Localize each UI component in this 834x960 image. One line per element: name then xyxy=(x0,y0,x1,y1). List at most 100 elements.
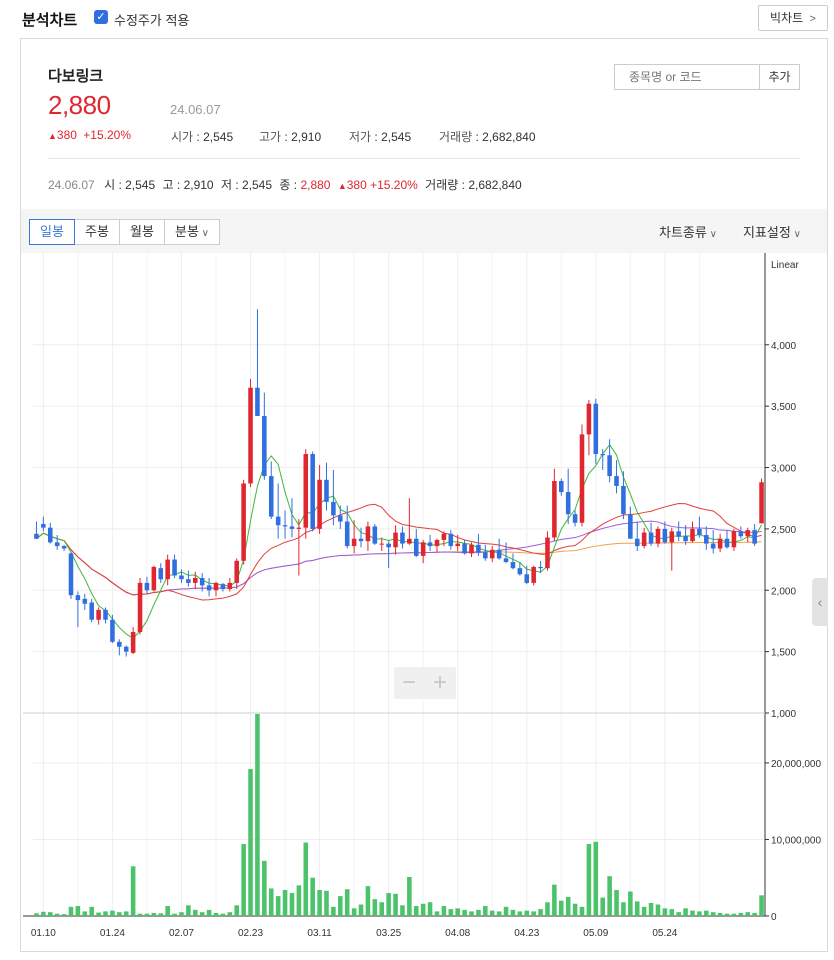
price-tick-label: 2,500 xyxy=(771,525,796,536)
candle-body xyxy=(89,602,94,620)
volume-bar xyxy=(310,877,315,916)
candle-body xyxy=(206,585,212,591)
trade-volume: 거래량 : 2,682,840 xyxy=(439,130,536,144)
candle-body xyxy=(655,528,661,544)
big-chart-label: 빅차트 xyxy=(770,11,804,25)
big-chart-button[interactable]: 빅차트 > xyxy=(758,5,828,31)
adjusted-price-label[interactable]: 수정주가 적용 xyxy=(114,10,189,29)
volume-bar xyxy=(690,910,695,916)
volume-bar xyxy=(275,896,281,916)
adjusted-price-checkbox[interactable]: ✓ xyxy=(94,10,108,24)
candle-body xyxy=(255,387,260,416)
add-stock-button[interactable]: 추가 xyxy=(759,64,800,90)
volume-bar xyxy=(655,904,661,916)
x-tick-label: 03.25 xyxy=(376,928,401,939)
candle-body xyxy=(717,538,723,549)
volume-bar xyxy=(496,911,502,916)
volume-bar xyxy=(427,902,433,916)
candle-body xyxy=(510,562,516,569)
side-panel-toggle[interactable]: ‹ xyxy=(812,578,828,626)
volume-bar xyxy=(179,912,184,916)
candle-body xyxy=(724,538,730,548)
volume-bar xyxy=(268,888,274,916)
volume-bar xyxy=(248,769,253,916)
chart-type-dropdown[interactable]: 차트종류 ∨ xyxy=(659,222,717,241)
up-triangle-icon: ▲ xyxy=(48,131,57,141)
chevron-down-icon: ∨ xyxy=(706,229,717,240)
volume-bar xyxy=(324,890,329,916)
volume-bar xyxy=(517,911,523,916)
candle-body xyxy=(289,526,295,529)
volume-bar xyxy=(89,906,94,916)
volume-bar xyxy=(662,908,668,916)
candle-body xyxy=(158,568,164,580)
volume-bar xyxy=(469,911,474,916)
info-low: 2,545 xyxy=(242,178,273,192)
candle-body xyxy=(593,403,599,455)
open-price: 시가 : 2,545 xyxy=(171,130,234,144)
tab-weekly[interactable]: 주봉 xyxy=(74,219,120,245)
price-tick-label: 4,000 xyxy=(771,341,796,352)
x-tick-label: 01.24 xyxy=(100,928,125,939)
candle-body xyxy=(110,619,115,642)
candle-body xyxy=(234,560,239,583)
candle-body xyxy=(669,531,675,543)
scale-label: Linear xyxy=(771,260,799,271)
candle-body xyxy=(441,533,447,540)
volume-bar xyxy=(75,906,81,916)
chevron-left-icon: ‹ xyxy=(817,594,823,610)
volume-bar xyxy=(593,841,599,916)
current-price: 2,880 xyxy=(48,90,111,120)
info-volume-label: 거래량 xyxy=(425,178,459,192)
volume-bar xyxy=(476,909,481,916)
tab-daily[interactable]: 일봉 xyxy=(29,219,75,245)
x-tick-label: 03.11 xyxy=(307,928,332,939)
candle-body xyxy=(517,568,523,575)
candle-body xyxy=(752,530,757,544)
candle-body xyxy=(213,582,219,591)
candle-body xyxy=(241,483,246,561)
volume-bar xyxy=(130,866,136,916)
candle-body xyxy=(82,598,88,604)
zoom-out-button[interactable]: − xyxy=(394,669,424,697)
info-change-amount: 380 xyxy=(346,178,367,192)
candle-body xyxy=(303,454,309,528)
chart-type-label: 차트종류 xyxy=(659,225,707,240)
volume-bar xyxy=(704,910,709,916)
tab-monthly[interactable]: 월봉 xyxy=(119,219,165,245)
volume-bar xyxy=(34,913,39,916)
candle-body xyxy=(565,492,571,515)
candle-body xyxy=(199,577,205,586)
volume-bar xyxy=(234,905,239,916)
high-value: 2,910 xyxy=(291,130,322,144)
candle-body xyxy=(641,532,647,547)
indicator-settings-dropdown[interactable]: 지표설정 ∨ xyxy=(743,222,801,241)
candle-body xyxy=(310,454,315,529)
candle-body xyxy=(75,595,81,601)
candle-body xyxy=(379,543,385,545)
info-low-label: 저 xyxy=(220,178,232,192)
x-tick-label: 05.09 xyxy=(583,928,608,939)
candle-body xyxy=(331,501,336,516)
zoom-in-button[interactable]: + xyxy=(425,669,455,697)
stock-search-input[interactable] xyxy=(614,64,760,90)
x-tick-label: 05.24 xyxy=(652,928,677,939)
high-label: 고가 xyxy=(259,130,282,144)
volume-bar xyxy=(110,910,115,916)
candle-body xyxy=(186,579,191,583)
candle-body xyxy=(386,543,391,548)
divider xyxy=(48,158,800,159)
volume-bar xyxy=(697,911,702,916)
candle-body xyxy=(372,526,378,544)
volume-bar xyxy=(724,913,730,916)
tab-minute[interactable]: 분봉 ∨ xyxy=(164,219,220,245)
volume-bar xyxy=(420,903,426,916)
price-tick-label: 1,000 xyxy=(771,709,796,720)
candle-body xyxy=(117,641,122,647)
stock-chart[interactable]: 4,000 3,500 3,000 2,500 2,000 1,500 1,000 Linea… xyxy=(21,253,827,951)
volume-bar xyxy=(47,912,53,916)
candle-body xyxy=(144,582,150,591)
candle-body xyxy=(137,582,143,632)
volume-bar xyxy=(489,910,495,916)
candle-body xyxy=(413,538,419,556)
